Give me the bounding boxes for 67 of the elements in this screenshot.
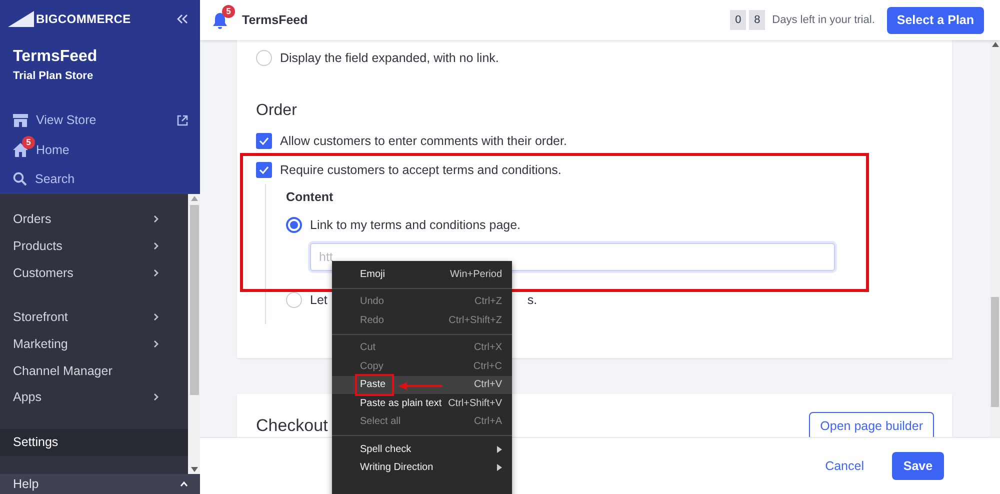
nav-item[interactable]: Customers [0,259,188,286]
save-button[interactable]: Save [892,452,944,480]
chevron-right-icon [152,313,160,322]
pointer-arrow [398,382,442,390]
checkmark-icon [259,136,269,144]
menu-item[interactable]: Spell check [332,440,512,458]
notification-badge: 5 [22,136,35,149]
sidebar-link[interactable]: Search [0,164,200,194]
scroll-thumb[interactable] [991,297,999,407]
chevron-right-icon [152,393,160,402]
scroll-thumb[interactable] [190,205,198,395]
menu-item[interactable]: Writing Direction [332,458,512,477]
option-label: Display the field expanded, with no link. [280,51,499,65]
checkbox[interactable] [256,132,272,148]
nav-item[interactable]: Products [0,232,188,260]
logo-triangle-icon [8,11,34,28]
checkout-title: Checkout [256,416,328,436]
store-icon [13,114,28,127]
notification-badge: 5 [222,4,235,18]
scrollbar[interactable] [990,40,1000,437]
logo-text: BIGCOMMERCE [36,12,131,26]
nav-item[interactable]: Channel Manager [0,357,188,384]
chevron-right-icon [152,242,160,250]
cancel-button[interactable]: Cancel [819,458,870,474]
home-icon [13,142,28,157]
menu-item[interactable]: Paste Ctrl+V [332,376,512,394]
scroll-up-icon[interactable] [992,42,998,47]
checkmark-icon [259,166,269,174]
search-icon [13,172,27,186]
checkbox-label: Require customers to accept terms and conditions. [280,162,562,176]
nav-item[interactable]: Orders [0,206,188,233]
checkbox[interactable] [256,162,272,178]
chevron-right-icon [152,215,160,224]
checkbox-label: Allow customers to enter comments with their order. [280,134,567,148]
chevron-up-icon [180,480,188,488]
option-label: Let [310,293,328,307]
content-title: Content [286,190,334,206]
chevron-right-icon [152,340,160,348]
scroll-down-icon[interactable] [190,466,198,472]
submenu-arrow-icon [497,446,502,453]
open-page-builder-button[interactable]: Open page builder [809,412,934,437]
nav-item[interactable]: Apps [0,384,188,411]
scrollbar[interactable] [188,194,200,474]
menu-item[interactable]: Paste as plain text Ctrl+Shift+V [332,394,512,412]
external-link-icon [177,114,188,126]
chevron-right-icon [152,268,160,277]
collapse-icon[interactable] [177,14,188,24]
highlight-frame [355,374,394,396]
trial-counter-digit: 0 [730,10,746,30]
trial-text: Days left in your trial. [772,14,875,26]
radio-button[interactable] [286,217,302,233]
submenu-arrow-icon [497,464,502,472]
select-plan-button[interactable]: Select a Plan [886,6,984,34]
store-name: TermsFeed [13,48,98,66]
section-title: Order [256,102,298,120]
store-title: TermsFeed [242,13,309,27]
bell-icon[interactable] [212,12,228,28]
option-label: Link to my terms and conditions page. [310,218,521,232]
sidebar-link[interactable]: 5 Home [0,135,200,164]
nav-item[interactable]: Marketing [0,330,188,358]
store-plan: Trial Plan Store [13,70,94,82]
nav-item[interactable]: Settings [0,428,188,456]
help-menu[interactable]: Help [0,474,200,494]
nav-item[interactable]: Storefront [0,304,188,331]
option-label-end: s. [527,293,538,307]
trial-counter-digit: 8 [749,10,766,30]
sidebar-link[interactable]: View Store [0,106,200,135]
